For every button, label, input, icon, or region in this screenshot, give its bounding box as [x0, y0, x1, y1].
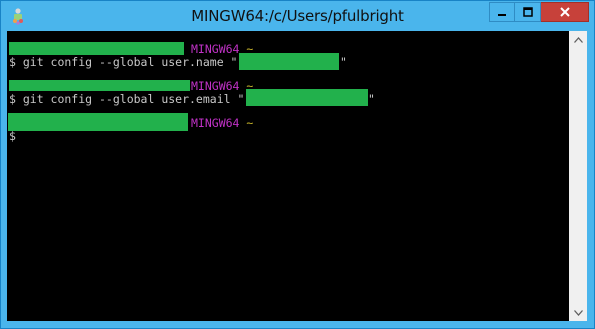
close-button[interactable] — [541, 2, 589, 22]
minimize-icon — [498, 14, 506, 16]
redacted-user-email — [246, 89, 368, 106]
scroll-down-button[interactable] — [569, 304, 587, 321]
minimize-button[interactable] — [489, 2, 515, 22]
scroll-track[interactable] — [569, 48, 587, 304]
redacted-user-host — [8, 113, 188, 131]
arrow-up-icon — [573, 36, 583, 43]
terminal-output[interactable]: MINGW64 ~ $ git config --global user.nam… — [7, 31, 569, 321]
close-icon — [559, 7, 570, 17]
vertical-scrollbar[interactable] — [569, 31, 587, 321]
scroll-up-button[interactable] — [569, 31, 587, 48]
current-prompt: $ — [9, 129, 16, 143]
maximize-icon — [522, 7, 533, 17]
redacted-user-host — [9, 80, 190, 91]
command-text: $ git config --global user.name " — [9, 55, 238, 69]
maximize-button[interactable] — [515, 2, 541, 22]
command-line: $ git config --global user.name " — [9, 54, 237, 70]
command-suffix: " — [340, 55, 347, 69]
prompt-header: MINGW64 ~ — [191, 115, 253, 131]
arrow-down-icon — [573, 309, 583, 316]
command-text: $ git config --global user.email " — [9, 92, 245, 106]
prompt-path: ~ — [246, 116, 254, 130]
title-bar[interactable]: MINGW64:/c/Users/pfulbright — [1, 1, 594, 31]
prompt-mingw-label: MINGW64 — [191, 116, 240, 130]
command-suffix: " — [368, 92, 375, 106]
terminal-window: MINGW64:/c/Users/pfulbright MINGW64 ~ $ … — [0, 0, 595, 329]
redacted-user-name — [239, 53, 339, 70]
command-line: $ git config --global user.email " — [9, 91, 244, 107]
